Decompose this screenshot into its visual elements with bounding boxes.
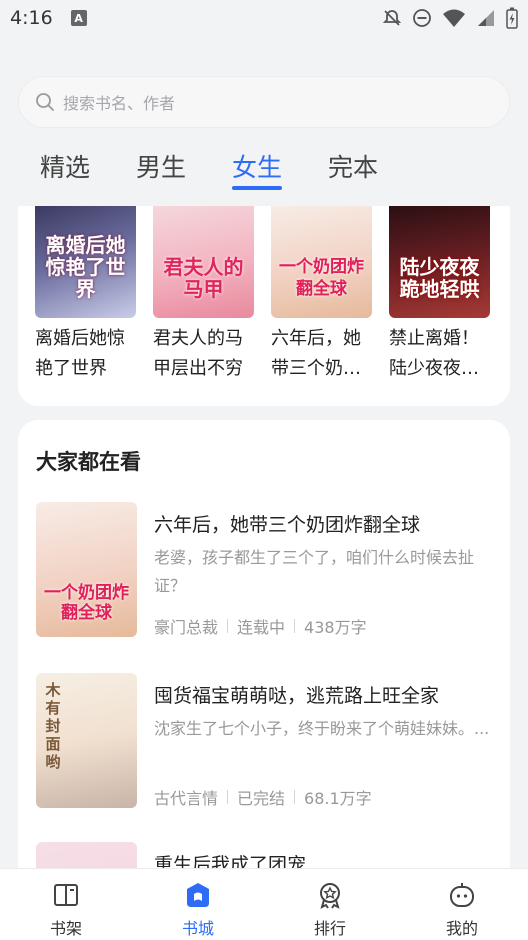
book-cover: 一个奶团炸翻全球 <box>36 502 137 637</box>
tab-male[interactable]: 男生 <box>136 146 186 192</box>
book-cover: 陆少夜夜跪地轻哄 <box>389 206 490 318</box>
cover-title: 陆少夜夜跪地轻哄 <box>399 255 480 301</box>
nav-label: 书城 <box>181 919 214 938</box>
status-time: 4:16 <box>10 7 53 29</box>
book-title: 囤货福宝萌萌哒，逃荒路上旺全家 <box>154 685 440 707</box>
divider <box>227 619 229 633</box>
book-cover: 君夫人的马甲 <box>153 206 254 318</box>
nav-bookstore[interactable]: 书城 <box>132 869 264 940</box>
search-bar[interactable]: 搜索书名、作者 <box>18 76 510 128</box>
list-item[interactable]: 木有封面哟 囤货福宝萌萌哒，逃荒路上旺全家 沈家生了七个小子，终于盼来了个萌娃妹… <box>36 673 496 813</box>
genre-tag: 古代言情 <box>154 789 219 808</box>
signal-icon <box>478 10 494 26</box>
nav-profile[interactable]: 我的 <box>396 869 528 940</box>
book-cover: 一个奶团炸翻全球 <box>271 206 372 318</box>
cover-title: 离婚后她惊艳了世界 <box>45 233 126 301</box>
book-grid: 离婚后她惊艳了世界 离婚后她惊艳了世界 君夫人的马甲 君夫人的马甲层出不穷 一个… <box>18 206 510 384</box>
nav-ranking[interactable]: 排行 <box>264 869 396 940</box>
bottom-nav: 书架 书城 排行 我的 <box>0 868 528 940</box>
tab-female[interactable]: 女生 <box>232 146 283 192</box>
tab-featured[interactable]: 精选 <box>40 146 90 192</box>
book-description: 老婆，孩子都生了三个了，咱们什么时候去扯证？ <box>154 548 475 595</box>
word-count: 68.1万字 <box>304 789 372 808</box>
nav-bookshelf[interactable]: 书架 <box>0 869 132 940</box>
word-count: 438万字 <box>304 618 367 637</box>
ranking-icon <box>320 883 340 909</box>
search-icon <box>36 93 54 111</box>
cover-title: 木有封面哟 <box>45 681 61 771</box>
section-title: 大家都在看 <box>36 450 141 474</box>
bookstore-icon <box>187 883 209 907</box>
category-tabs: 精选 男生 女生 完本 <box>40 146 424 196</box>
battery-charging-icon <box>506 7 518 29</box>
book-item[interactable]: 陆少夜夜跪地轻哄 禁止离婚！陆少夜夜跪地轻哄 <box>389 206 490 384</box>
book-description: 沈家生了七个小子，终于盼来了个萌娃妹妹。... <box>154 719 490 738</box>
nav-label: 我的 <box>445 919 478 938</box>
a-badge-icon: A <box>70 10 87 26</box>
book-meta: 豪门总裁 连载中 438万字 <box>154 614 367 638</box>
status-icons <box>382 7 518 29</box>
status-bar: 4:16 A <box>0 0 528 36</box>
book-title: 六年后，她带三个奶团炸翻全球 <box>154 514 421 536</box>
book-cover: 木有封面哟 <box>36 673 137 808</box>
cover-title: 一个奶团炸翻全球 <box>279 257 364 299</box>
wifi-icon <box>443 9 465 27</box>
genre-tag: 豪门总裁 <box>154 618 219 637</box>
cover-title: 君夫人的马甲 <box>163 255 244 301</box>
search-placeholder: 搜索书名、作者 <box>63 94 176 113</box>
book-item[interactable]: 君夫人的马甲 君夫人的马甲层出不穷 <box>153 206 254 384</box>
nav-label: 排行 <box>313 919 346 938</box>
cover-title: 一个奶团炸翻全球 <box>44 583 129 623</box>
divider <box>294 790 296 804</box>
book-title: 禁止离婚！陆少夜夜跪地轻哄 <box>389 328 479 379</box>
book-title: 六年后，她带三个奶团炸翻全球 <box>271 328 361 379</box>
divider <box>227 790 229 804</box>
book-cover: 离婚后她惊艳了世界 <box>35 206 136 318</box>
book-meta: 古代言情 已完结 68.1万字 <box>154 785 372 809</box>
dnd-off-icon <box>382 10 402 26</box>
book-title: 离婚后她惊艳了世界 <box>35 328 125 379</box>
divider <box>294 619 296 633</box>
book-item[interactable]: 一个奶团炸翻全球 六年后，她带三个奶团炸翻全球 <box>271 206 372 384</box>
bookshelf-icon <box>54 884 78 906</box>
book-grid-card: 离婚后她惊艳了世界 离婚后她惊艳了世界 君夫人的马甲 君夫人的马甲层出不穷 一个… <box>18 206 510 406</box>
book-title: 君夫人的马甲层出不穷 <box>153 328 243 379</box>
tab-completed[interactable]: 完本 <box>328 146 378 192</box>
list-item[interactable]: 一个奶团炸翻全球 六年后，她带三个奶团炸翻全球 老婆，孩子都生了三个了，咱们什么… <box>36 502 496 642</box>
minus-circle-icon <box>413 9 431 27</box>
status-tag: 连载中 <box>237 618 286 637</box>
profile-icon <box>450 883 474 907</box>
book-item[interactable]: 离婚后她惊艳了世界 离婚后她惊艳了世界 <box>35 206 136 384</box>
status-tag: 已完结 <box>237 789 286 808</box>
popular-card: 大家都在看 一个奶团炸翻全球 六年后，她带三个奶团炸翻全球 老婆，孩子都生了三个… <box>18 420 510 940</box>
nav-label: 书架 <box>49 919 82 938</box>
